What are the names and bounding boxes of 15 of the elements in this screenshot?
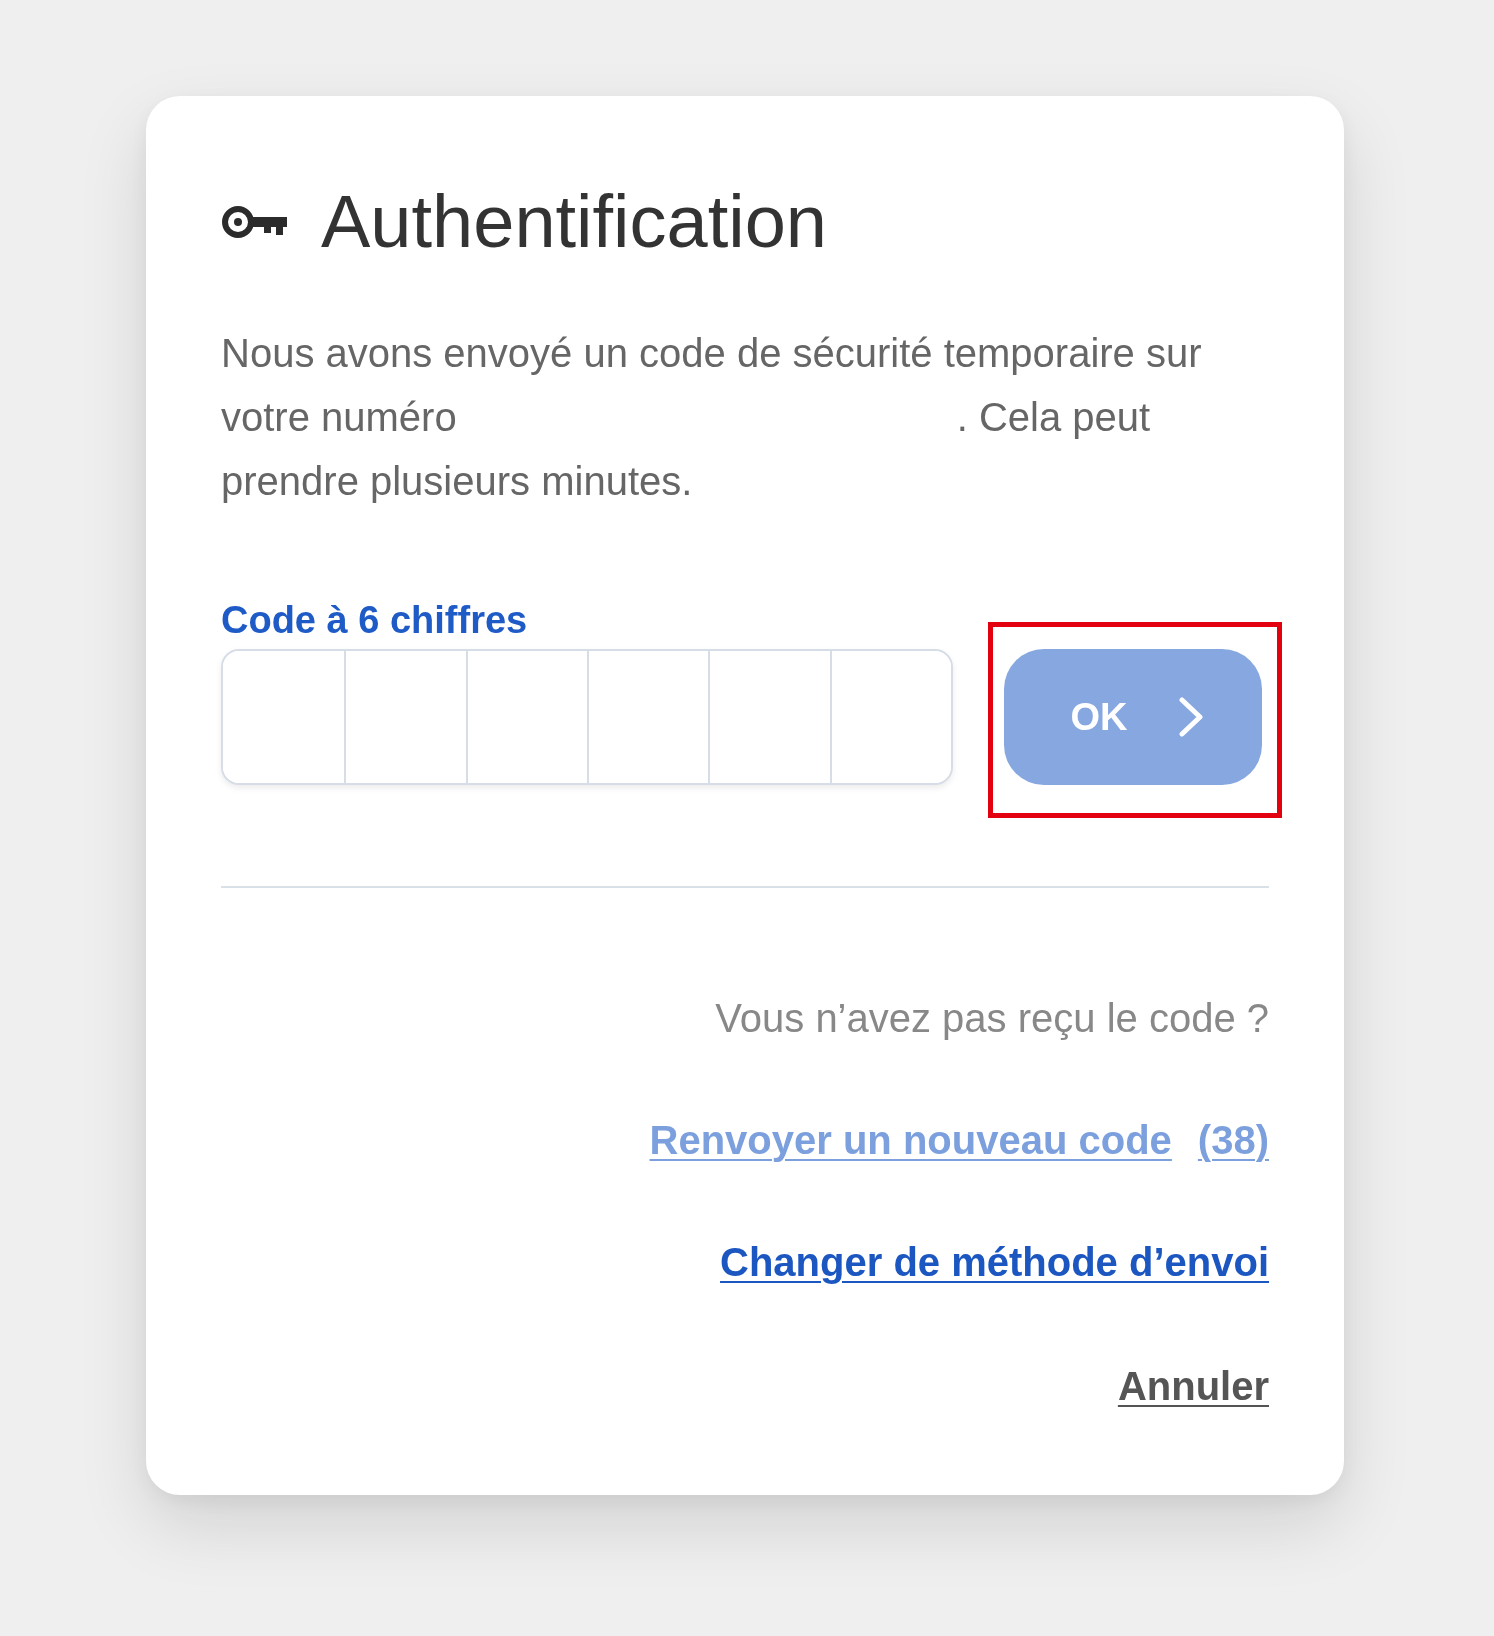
- digit-field[interactable]: [587, 651, 709, 783]
- digit-field[interactable]: [465, 651, 587, 783]
- dialog-title: Authentification: [321, 180, 827, 264]
- digit-field[interactable]: [829, 651, 951, 783]
- digit-field[interactable]: [223, 651, 345, 783]
- digit-field[interactable]: [344, 651, 466, 783]
- key-icon: [221, 203, 290, 241]
- message-text: Nous avons envoyé un code de sécurité temporaire sur votre numéro . Cela peut prendre plusieurs minutes.: [221, 330, 1203, 505]
- countdown-text: (38): [1197, 1118, 1269, 1162]
- chevron-right-icon: [1177, 697, 1204, 737]
- cancel-link[interactable]: Annuler: [1117, 1364, 1269, 1408]
- change-method-link[interactable]: Changer de méthode d’envoi: [720, 1240, 1269, 1284]
- digit-field[interactable]: [708, 651, 830, 783]
- question-text: Vous n’avez pas reçu le code ?: [715, 996, 1269, 1040]
- code-field-label: Code à 6 chiffres: [221, 598, 528, 642]
